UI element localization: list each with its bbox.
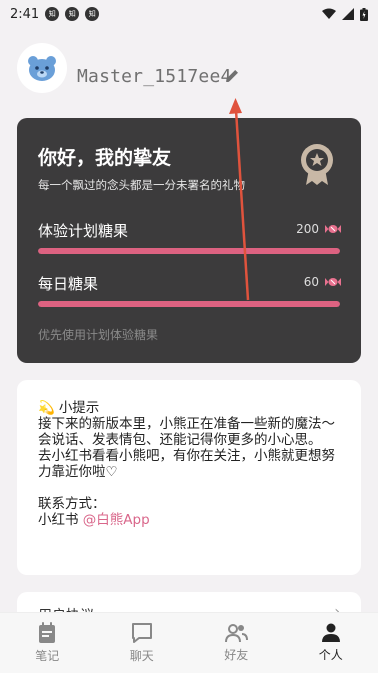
notification-badge-icon: 知 [85,7,99,21]
candy-footer-note: 优先使用计划体验糖果 [38,326,158,343]
contact-handle-link[interactable]: @白熊App [83,512,150,528]
greeting-title: 你好，我的挚友 [38,143,171,170]
status-right [322,8,368,21]
chat-icon [131,622,153,644]
status-bar: 2:41 知 知 知 [0,0,378,28]
sparkle-icon: 💫 [38,400,55,416]
battery-icon [360,8,368,21]
daily-candy-progress-fill [38,301,340,307]
notebook-icon [37,622,57,644]
nav-item-notes[interactable]: 笔记 [0,613,95,673]
notification-badge-icon: 知 [45,7,59,21]
experience-candy-progress-fill [38,248,340,254]
wifi-icon [322,8,336,20]
tips-title: 小提示 [59,400,100,416]
nav-label: 个人 [319,646,343,663]
nav-label: 笔记 [35,647,59,664]
nav-item-friends[interactable]: 好友 [189,613,284,673]
avatar[interactable] [17,43,67,93]
daily-candy-label: 每日糖果 [38,273,98,294]
bottom-nav: 笔记 聊天 好友 个人 [0,612,378,673]
daily-candy-progress [38,301,340,307]
tips-paragraph: 去小红书看看小熊吧，有你在关注，小熊就更想努力靠近你啦♡ [38,448,348,480]
spacer [38,480,348,496]
contact-platform: 小红书 [38,512,79,528]
greeting-tagline: 每一个飘过的念头都是一分未署名的礼物 [38,177,245,193]
daily-candy-count: 60 [304,275,319,289]
experience-candy-value: 200 [296,222,341,236]
daily-candy-value: 60 [304,275,341,289]
tips-content: 💫 小提示 接下来的新版本里，小熊正在准备一些新的魔法～ 会说话、发表情包、还能… [38,400,348,528]
nav-item-profile[interactable]: 个人 [284,613,378,673]
tips-header: 💫 小提示 [38,400,348,416]
signal-icon [342,8,354,20]
candy-card: 你好，我的挚友 每一个飘过的念头都是一分未署名的礼物 体验计划糖果 200 每日… [17,118,361,363]
bear-avatar-icon [27,55,57,81]
nav-item-chat[interactable]: 聊天 [95,613,190,673]
candy-icon [325,277,341,287]
candy-icon [325,224,341,234]
username: Master_1517ee4 [77,66,232,87]
experience-candy-count: 200 [296,222,319,236]
experience-candy-progress [38,248,340,254]
experience-candy-label: 体验计划糖果 [38,220,128,241]
notification-badge-icon: 知 [65,7,79,21]
status-left: 2:41 知 知 知 [10,7,99,22]
star-badge-icon [300,143,334,187]
tips-card: 💫 小提示 接下来的新版本里，小熊正在准备一些新的魔法～ 会说话、发表情包、还能… [17,380,361,575]
tips-paragraph: 接下来的新版本里，小熊正在准备一些新的魔法～ [38,416,348,432]
friends-icon [224,623,248,643]
contact-label: 联系方式： [38,496,348,512]
status-time: 2:41 [10,7,39,22]
pencil-edit-icon[interactable] [224,68,240,84]
contact-line: 小红书 @白熊App [38,512,348,528]
person-icon [321,623,341,643]
nav-label: 聊天 [130,647,154,664]
tips-paragraph: 会说话、发表情包、还能记得你更多的小心思。 [38,432,348,448]
nav-label: 好友 [224,646,248,663]
